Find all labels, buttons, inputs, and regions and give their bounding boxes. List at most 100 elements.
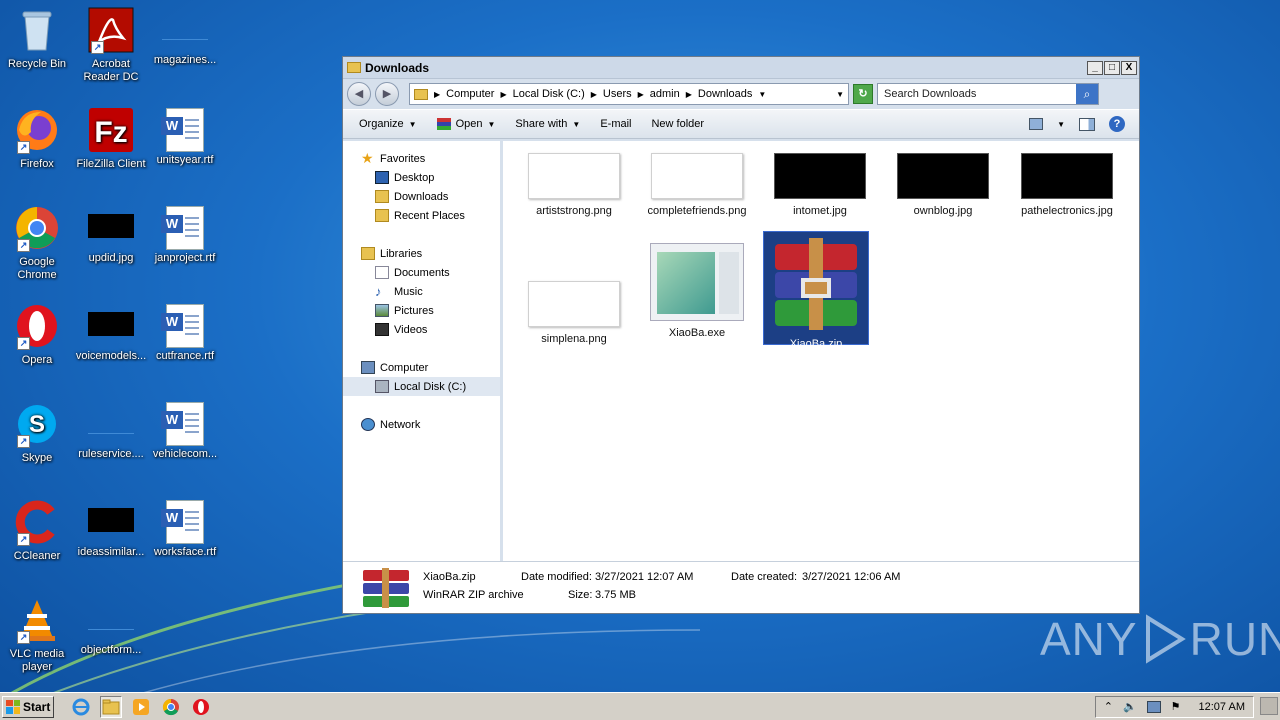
email-button[interactable]: E-mail bbox=[600, 118, 631, 130]
address-bar[interactable]: ▶ Computer ▶ Local Disk (C:) ▶ Users ▶ a… bbox=[409, 83, 849, 105]
nav-desktop[interactable]: Desktop bbox=[343, 168, 500, 187]
file-item[interactable]: intomet.jpg bbox=[767, 147, 873, 218]
show-desktop-button[interactable] bbox=[1260, 697, 1278, 715]
desktop-icon-label: VLC media player bbox=[9, 648, 65, 673]
chevron-right-icon[interactable]: ▶ bbox=[686, 90, 692, 99]
desktop-icon-ccleaner[interactable]: ↗ CCleaner bbox=[0, 498, 74, 563]
desktop-icon-objectform[interactable]: objectform... bbox=[74, 596, 148, 657]
file-item[interactable]: ownblog.jpg bbox=[890, 147, 996, 218]
file-item-selected[interactable]: XiaoBa.zip bbox=[763, 231, 869, 350]
nav-computer[interactable]: Computer bbox=[343, 358, 500, 377]
desktop-icon-label: janproject.rtf bbox=[154, 252, 216, 264]
search-input[interactable]: Search Downloads ⌕ bbox=[877, 83, 1099, 105]
desktop-icon-magazines[interactable]: magazines... bbox=[148, 6, 222, 67]
filezilla-icon: Fz bbox=[87, 106, 135, 154]
libraries-icon bbox=[361, 247, 375, 260]
breadcrumb-downloads[interactable]: Downloads bbox=[698, 88, 752, 100]
file-item[interactable]: artiststrong.png bbox=[521, 147, 627, 218]
desktop-icon-label: ideassimilar... bbox=[77, 546, 145, 558]
clock[interactable]: 12:07 AM bbox=[1199, 701, 1245, 713]
new-folder-button[interactable]: New folder bbox=[651, 118, 704, 130]
desktop-icon-recycle-bin[interactable]: Recycle Bin bbox=[0, 6, 74, 71]
breadcrumb-users[interactable]: Users bbox=[603, 88, 632, 100]
desktop-icon-acrobat[interactable]: ↗ Acrobat Reader DC bbox=[74, 6, 148, 84]
back-button[interactable]: ◀ bbox=[347, 82, 371, 106]
media-player-icon[interactable] bbox=[130, 696, 152, 718]
desktop-icon-chrome[interactable]: ↗ Google Chrome bbox=[0, 204, 74, 282]
network-tray-icon[interactable] bbox=[1146, 700, 1161, 713]
desktop-icon-ideassimilar[interactable]: ideassimilar... bbox=[74, 498, 148, 559]
file-name: artiststrong.png bbox=[536, 205, 612, 217]
view-options-icon[interactable] bbox=[1029, 118, 1044, 130]
file-item[interactable]: pathelectronics.jpg bbox=[1011, 147, 1123, 218]
action-center-flag-icon[interactable]: ⚑ bbox=[1171, 700, 1181, 713]
volume-icon[interactable]: 🔈 bbox=[1123, 700, 1137, 713]
acrobat-icon: ↗ bbox=[87, 6, 135, 54]
breadcrumb-computer[interactable]: Computer bbox=[446, 88, 494, 100]
nav-music[interactable]: ♪ Music bbox=[343, 282, 500, 301]
explorer-taskbar-icon[interactable] bbox=[100, 695, 122, 718]
desktop-icon-filezilla[interactable]: Fz FileZilla Client bbox=[74, 106, 148, 171]
nav-libraries[interactable]: Libraries bbox=[343, 244, 500, 263]
help-icon[interactable]: ? bbox=[1109, 116, 1125, 132]
desktop-icon-vlc[interactable]: ↗ VLC media player bbox=[0, 596, 74, 674]
desktop-icon-vehiclecom[interactable]: W vehiclecom... bbox=[148, 400, 222, 461]
desktop-icon-cutfrance[interactable]: W cutfrance.rtf bbox=[148, 302, 222, 363]
search-icon[interactable]: ⌕ bbox=[1076, 84, 1098, 104]
desktop-icon-opera[interactable]: ↗ Opera bbox=[0, 302, 74, 367]
details-modified-value: 3/27/2021 12:07 AM bbox=[595, 571, 694, 583]
desktop-icon-janproject[interactable]: W janproject.rtf bbox=[148, 204, 222, 265]
nav-network[interactable]: Network bbox=[343, 415, 500, 434]
address-dropdown-icon[interactable]: ▼ bbox=[836, 90, 844, 99]
breadcrumb-local-disk[interactable]: Local Disk (C:) bbox=[513, 88, 585, 100]
nav-label: Music bbox=[394, 285, 423, 298]
forward-button[interactable]: ▶ bbox=[375, 82, 399, 106]
search-placeholder: Search Downloads bbox=[884, 88, 977, 100]
organize-button[interactable]: Organize ▼ bbox=[359, 118, 417, 130]
nav-favorites[interactable]: ★ Favorites bbox=[343, 149, 500, 168]
details-created-label: Date created: bbox=[731, 571, 798, 583]
desktop-icon-voicemodels[interactable]: voicemodels... bbox=[74, 302, 148, 363]
chevron-down-icon[interactable]: ▼ bbox=[1057, 120, 1065, 129]
chevron-right-icon[interactable]: ▶ bbox=[434, 90, 440, 99]
nav-pictures[interactable]: Pictures bbox=[343, 301, 500, 320]
open-label: Open bbox=[455, 118, 483, 130]
breadcrumb-admin[interactable]: admin bbox=[650, 88, 680, 100]
shortcut-arrow-icon: ↗ bbox=[17, 337, 30, 350]
window-titlebar[interactable]: Downloads _ □ X bbox=[343, 57, 1139, 79]
desktop-icon-worksface[interactable]: W worksface.rtf bbox=[148, 498, 222, 559]
chrome-icon[interactable] bbox=[160, 696, 182, 718]
windows-logo-icon bbox=[6, 699, 20, 714]
close-button[interactable]: X bbox=[1121, 60, 1137, 75]
desktop-icon-skype[interactable]: S ↗ Skype bbox=[0, 400, 74, 465]
minimize-button[interactable]: _ bbox=[1087, 60, 1103, 75]
chevron-right-icon[interactable]: ▶ bbox=[500, 90, 506, 99]
tray-expand-icon[interactable]: ⌃ bbox=[1104, 700, 1113, 713]
chevron-right-icon[interactable]: ▶ bbox=[591, 90, 597, 99]
desktop-icon-ruleservice[interactable]: ruleservice.... bbox=[74, 400, 148, 461]
start-button[interactable]: Start bbox=[2, 695, 54, 718]
file-item[interactable]: simplena.png bbox=[521, 275, 627, 346]
nav-documents[interactable]: Documents bbox=[343, 263, 500, 282]
downloads-folder-icon bbox=[375, 190, 389, 203]
desktop-icon bbox=[375, 171, 389, 184]
desktop-icon-updid[interactable]: updid.jpg bbox=[74, 204, 148, 265]
nav-recent-places[interactable]: Recent Places bbox=[343, 206, 500, 225]
chevron-right-icon[interactable]: ▶ bbox=[638, 90, 644, 99]
desktop-icon-unitsyear[interactable]: W unitsyear.rtf bbox=[148, 106, 222, 167]
file-item[interactable]: completefriends.png bbox=[644, 147, 750, 218]
file-item[interactable]: XiaoBa.exe bbox=[644, 237, 750, 340]
internet-explorer-icon[interactable] bbox=[70, 696, 92, 718]
opera-icon[interactable] bbox=[190, 696, 212, 718]
desktop-icon-firefox[interactable]: ↗ Firefox bbox=[0, 106, 74, 171]
nav-videos[interactable]: Videos bbox=[343, 320, 500, 339]
nav-downloads[interactable]: Downloads bbox=[343, 187, 500, 206]
nav-local-disk[interactable]: Local Disk (C:) bbox=[343, 377, 500, 396]
maximize-button[interactable]: □ bbox=[1104, 60, 1120, 75]
share-with-button[interactable]: Share with ▼ bbox=[515, 118, 580, 130]
organize-label: Organize bbox=[359, 118, 404, 130]
open-button[interactable]: Open ▼ bbox=[436, 118, 495, 130]
refresh-button[interactable]: ↻ bbox=[853, 84, 873, 104]
chevron-down-icon[interactable]: ▼ bbox=[758, 90, 766, 99]
preview-pane-icon[interactable] bbox=[1079, 117, 1095, 131]
